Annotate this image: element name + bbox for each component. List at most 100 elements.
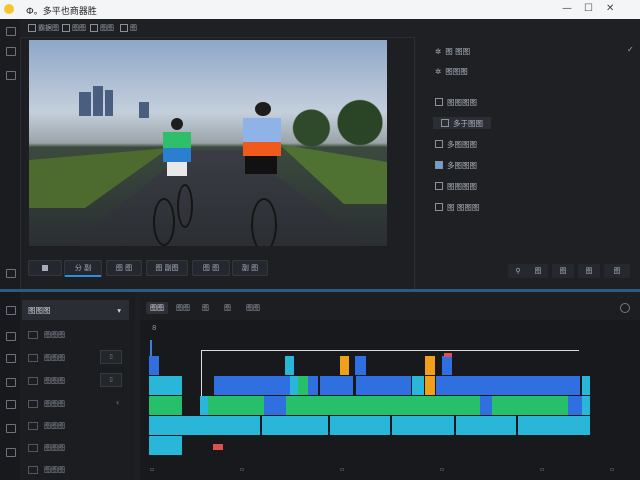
playhead[interactable] [150,340,152,356]
audio-button[interactable]: ⚲ [508,264,528,278]
panel-bottom-button-1[interactable]: 图 [552,264,574,278]
clip[interactable] [390,396,480,415]
clip[interactable] [425,356,435,375]
title-bar: Ф。多平也商器胜 — ☐ ✕ [0,0,640,19]
clip[interactable] [182,416,260,435]
track-icon[interactable] [6,354,16,363]
track-icon[interactable] [6,306,16,315]
timeline-canvas[interactable]: 8 ▫ ▫ ▫ ▫ ▫ ▫ [140,320,640,480]
control-button-5[interactable]: 副 图 [232,260,268,276]
clip[interactable] [200,396,208,415]
control-button-1[interactable]: 分 副 [64,260,102,277]
clip[interactable] [213,444,223,450]
track-row-2[interactable]: 图图图 [28,375,65,387]
close-icon[interactable]: ✕ [606,3,614,14]
track-row-1[interactable]: 图图图 [28,352,65,364]
clip[interactable] [214,376,262,395]
minimize-icon[interactable]: — [562,3,572,14]
clip[interactable] [516,376,580,395]
tab-0[interactable]: 图图 [146,302,168,314]
clip[interactable] [326,396,390,415]
track-row-0[interactable]: 图图图 [28,329,65,341]
clip[interactable] [356,376,411,395]
clip[interactable] [208,396,264,415]
clip[interactable] [330,416,390,435]
clip[interactable] [392,416,454,435]
clip[interactable] [436,376,516,395]
clip[interactable] [492,396,568,415]
clip[interactable] [290,376,298,395]
clip[interactable] [149,376,182,395]
clip[interactable] [456,416,516,435]
settings-icon[interactable] [6,269,16,278]
toolbar-item-3[interactable]: 图 [120,23,137,33]
clip[interactable] [262,416,328,435]
clip[interactable] [340,356,349,375]
clip[interactable] [264,396,286,415]
control-button-3[interactable]: 图 副图 [146,260,188,276]
image-icon[interactable] [6,71,16,80]
zoom-icon[interactable] [620,303,630,313]
clip[interactable] [286,396,326,415]
track-icon[interactable] [6,424,16,433]
clip[interactable] [425,376,435,395]
panel-item-3[interactable]: 多图图图 [435,159,477,171]
stop-icon [42,265,48,271]
panel-item-2[interactable]: 多图图图 [435,138,477,150]
panel-bottom-button-2[interactable]: 图 [578,264,600,278]
clip[interactable] [285,356,294,375]
clip[interactable] [568,396,582,415]
clip[interactable] [442,356,452,375]
panel-item-4[interactable]: 图图图图 [435,180,477,192]
clip[interactable] [149,416,182,435]
chevron-left-icon[interactable]: ‹ [116,398,119,407]
media-icon[interactable] [6,27,16,36]
clip[interactable] [320,376,353,395]
clip[interactable] [149,396,182,415]
panel-item-5[interactable]: 图 图图图 [435,201,479,213]
toolbar-item-0[interactable]: 霸据图 [28,23,59,33]
track-row-6[interactable]: 图图图 [28,464,65,476]
maximize-icon[interactable]: ☐ [584,3,593,14]
tab-4[interactable]: 图图 [246,303,260,313]
track-row-5[interactable]: 图图图 [28,442,65,454]
check-icon[interactable]: ✓ [627,45,634,54]
clip[interactable] [355,356,366,375]
clip[interactable] [308,376,318,395]
panel-header-1[interactable]: ✲ 图图图 [435,65,468,77]
clip[interactable] [149,436,182,455]
tab-3[interactable]: 图 [224,303,231,313]
clip[interactable] [298,376,308,395]
track-icon[interactable] [6,448,16,457]
tab-2[interactable]: 图 [202,303,209,313]
toolbar-item-2[interactable]: 图图 [90,23,114,33]
toolbar-item-1[interactable]: 图图 [62,23,86,33]
clip[interactable] [149,356,159,375]
panel-bottom-button-0[interactable]: 图 [528,264,548,278]
video-preview[interactable] [29,40,387,246]
folder-icon[interactable] [6,47,16,56]
track-dropdown[interactable]: 图图图 ▾ [22,300,129,320]
clip-marker [444,353,452,357]
clip[interactable] [480,396,492,415]
clip[interactable] [412,376,424,395]
clip[interactable] [262,376,290,395]
track-icon[interactable] [6,378,16,387]
track-icon[interactable] [6,400,16,409]
track-icon[interactable] [6,332,16,341]
track-option-button[interactable]: ▯ [100,350,122,364]
clip[interactable] [518,416,590,435]
track-row-4[interactable]: 图图图 [28,420,65,432]
control-button-2[interactable]: 图 图 [106,260,142,276]
track-row-3[interactable]: 图图图 [28,398,65,410]
clip[interactable] [582,376,590,395]
panel-item-1[interactable]: 多于图图 [433,117,491,129]
panel-item-0[interactable]: 图图图图 [435,96,477,108]
track-option-button[interactable]: ▯ [100,373,122,387]
control-button-4[interactable]: 图 图 [192,260,230,276]
clip[interactable] [582,396,590,415]
panel-header-0[interactable]: ✲ 图 图图 [435,45,470,57]
tab-1[interactable]: 图图 [176,303,190,313]
stop-button[interactable] [28,260,62,276]
panel-bottom-button-3[interactable]: 图 [604,264,630,278]
